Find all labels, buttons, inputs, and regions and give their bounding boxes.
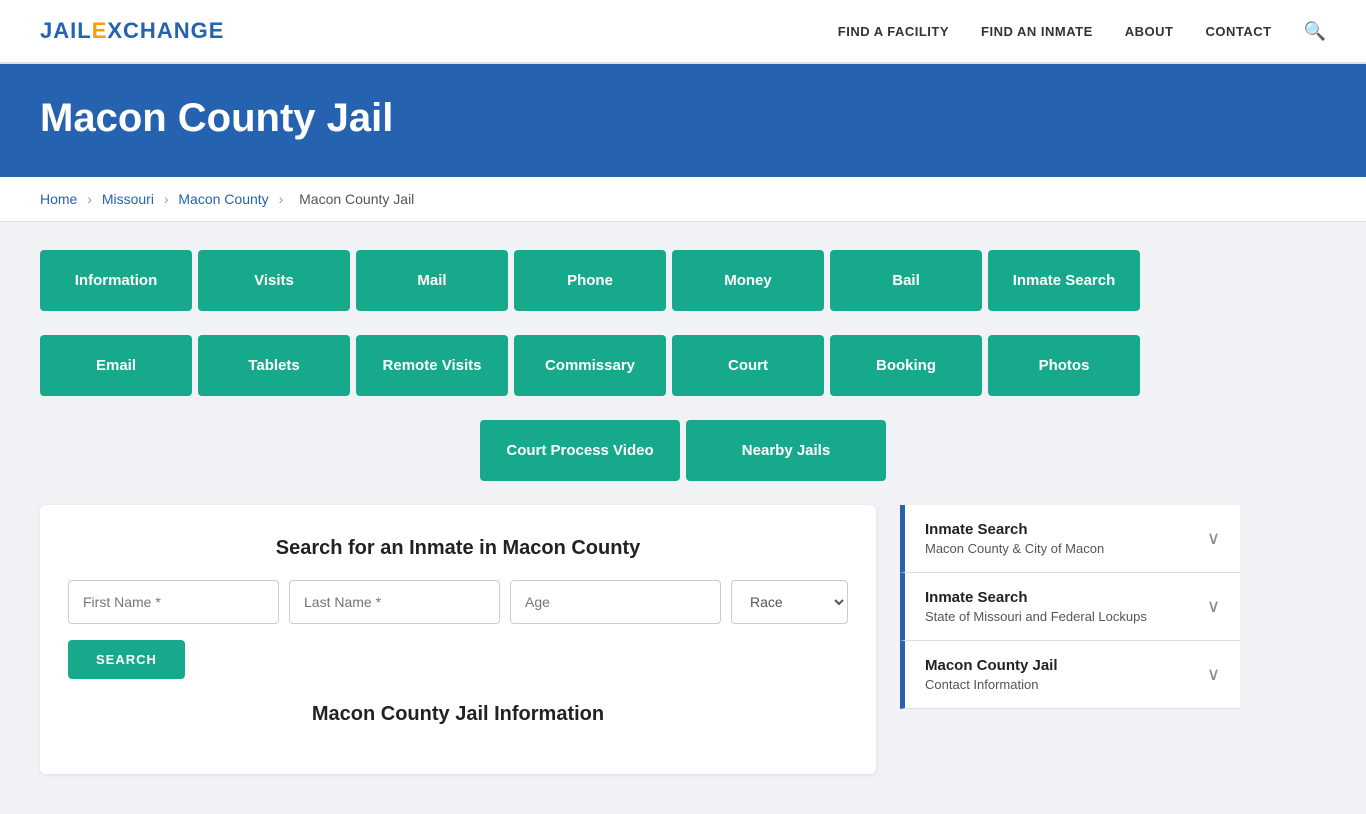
nav-contact[interactable]: CONTACT (1205, 24, 1271, 39)
buttons-row3: Court Process Video Nearby Jails (40, 420, 1326, 481)
nav-find-facility[interactable]: FIND A FACILITY (838, 24, 949, 39)
search-form-row1: Race White Black Hispanic Asian Other (68, 580, 848, 624)
nav-about[interactable]: ABOUT (1125, 24, 1174, 39)
btn-remote-visits[interactable]: Remote Visits (356, 335, 508, 396)
sidebar-item-1[interactable]: Inmate Search State of Missouri and Fede… (900, 573, 1240, 641)
sidebar-item-2-subtitle: Contact Information (925, 677, 1058, 692)
sidebar-item-0-subtitle: Macon County & City of Macon (925, 541, 1104, 556)
sidebar-item-1-text: Inmate Search State of Missouri and Fede… (925, 589, 1147, 624)
logo-ex: E (92, 18, 108, 43)
chevron-down-icon-0: ∨ (1207, 528, 1220, 549)
logo-change: XCHANGE (107, 18, 224, 43)
btn-visits[interactable]: Visits (198, 250, 350, 311)
chevron-down-icon-1: ∨ (1207, 596, 1220, 617)
breadcrumb-macon-county[interactable]: Macon County (178, 191, 268, 207)
main-content: Information Visits Mail Phone Money Bail… (0, 222, 1366, 814)
main-nav: FIND A FACILITY FIND AN INMATE ABOUT CON… (838, 21, 1326, 42)
btn-bail[interactable]: Bail (830, 250, 982, 311)
btn-tablets[interactable]: Tablets (198, 335, 350, 396)
breadcrumb-sep-2: › (164, 191, 173, 207)
nav-find-inmate[interactable]: FIND AN INMATE (981, 24, 1093, 39)
content-area: Search for an Inmate in Macon County Rac… (40, 505, 1240, 774)
search-button[interactable]: SEARCH (68, 640, 185, 679)
btn-phone[interactable]: Phone (514, 250, 666, 311)
btn-information[interactable]: Information (40, 250, 192, 311)
btn-commissary[interactable]: Commissary (514, 335, 666, 396)
buttons-row2: Email Tablets Remote Visits Commissary C… (40, 335, 1140, 396)
first-name-input[interactable] (68, 580, 279, 624)
btn-booking[interactable]: Booking (830, 335, 982, 396)
btn-court-process-video[interactable]: Court Process Video (480, 420, 680, 481)
sidebar-item-0-title: Inmate Search (925, 521, 1104, 538)
btn-court[interactable]: Court (672, 335, 824, 396)
sidebar-item-0-text: Inmate Search Macon County & City of Mac… (925, 521, 1104, 556)
btn-inmate-search[interactable]: Inmate Search (988, 250, 1140, 311)
buttons-row1: Information Visits Mail Phone Money Bail… (40, 250, 1140, 311)
btn-email[interactable]: Email (40, 335, 192, 396)
sidebar-item-2-text: Macon County Jail Contact Information (925, 657, 1058, 692)
btn-nearby-jails[interactable]: Nearby Jails (686, 420, 886, 481)
sidebar-item-1-title: Inmate Search (925, 589, 1147, 606)
age-input[interactable] (510, 580, 721, 624)
breadcrumb-sep-1: › (87, 191, 96, 207)
sidebar-item-2[interactable]: Macon County Jail Contact Information ∨ (900, 641, 1240, 709)
btn-photos[interactable]: Photos (988, 335, 1140, 396)
header: JAILEXCHANGE FIND A FACILITY FIND AN INM… (0, 0, 1366, 64)
breadcrumb-home[interactable]: Home (40, 191, 77, 207)
sidebar-item-2-title: Macon County Jail (925, 657, 1058, 674)
btn-mail[interactable]: Mail (356, 250, 508, 311)
page-title: Macon County Jail (40, 96, 1326, 141)
last-name-input[interactable] (289, 580, 500, 624)
race-select[interactable]: Race White Black Hispanic Asian Other (731, 580, 848, 624)
breadcrumb-current: Macon County Jail (299, 191, 414, 207)
breadcrumb-sep-3: › (279, 191, 288, 207)
header-search-button[interactable]: 🔍 (1304, 21, 1326, 42)
hero-section: Macon County Jail (0, 64, 1366, 177)
breadcrumb-missouri[interactable]: Missouri (102, 191, 154, 207)
search-title: Search for an Inmate in Macon County (68, 537, 848, 560)
sidebar-item-0[interactable]: Inmate Search Macon County & City of Mac… (900, 505, 1240, 573)
logo[interactable]: JAILEXCHANGE (40, 18, 224, 44)
logo-jail: JAIL (40, 18, 92, 43)
inmate-info-title: Macon County Jail Information (68, 703, 848, 726)
sidebar-item-1-subtitle: State of Missouri and Federal Lockups (925, 609, 1147, 624)
sidebar: Inmate Search Macon County & City of Mac… (900, 505, 1240, 774)
chevron-down-icon-2: ∨ (1207, 664, 1220, 685)
btn-money[interactable]: Money (672, 250, 824, 311)
breadcrumb: Home › Missouri › Macon County › Macon C… (0, 177, 1366, 222)
search-panel: Search for an Inmate in Macon County Rac… (40, 505, 876, 774)
